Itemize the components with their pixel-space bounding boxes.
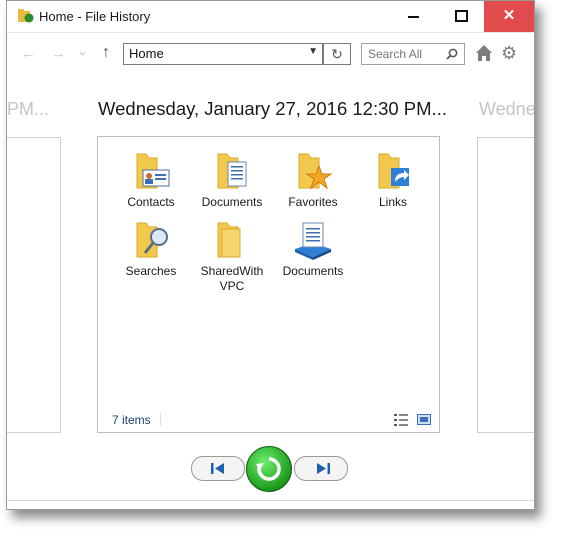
close-icon: ✕ [502, 7, 516, 24]
bottom-divider [7, 500, 534, 501]
address-bar[interactable]: Home ▼ [123, 43, 323, 65]
item-label: Contacts [127, 195, 175, 209]
next-version-date[interactable]: Wedne [479, 99, 534, 120]
chevron-down-icon[interactable]: ▼ [308, 46, 318, 57]
list-item[interactable]: Searches [112, 219, 190, 279]
status-divider [160, 413, 161, 426]
contacts-folder-icon [136, 153, 170, 189]
address-text: Home [129, 46, 164, 61]
large-icons-view-icon[interactable] [417, 414, 431, 425]
list-item[interactable]: Favorites [274, 150, 352, 210]
item-count: 7 items [112, 413, 151, 427]
item-label: Links [378, 195, 407, 209]
item-label: Documents [201, 195, 263, 209]
search-icon [446, 48, 458, 60]
item-label: Searches [125, 264, 177, 278]
previous-version-date[interactable]: PM... [7, 99, 49, 120]
list-item[interactable]: Documents [193, 150, 271, 210]
home-icon[interactable] [475, 44, 493, 62]
list-item[interactable]: Contacts [112, 150, 190, 210]
item-label: SharedWith VPC [200, 264, 264, 293]
forward-icon[interactable]: → [51, 45, 66, 62]
recent-locations-icon[interactable]: ⌄ [77, 43, 88, 59]
item-label: Favorites [288, 195, 338, 209]
refresh-button[interactable]: ↻ [323, 43, 351, 65]
search-placeholder: Search All [368, 47, 423, 61]
file-history-app-icon [18, 9, 34, 23]
title-bar: Home - File History ✕ [7, 1, 534, 32]
gear-icon[interactable]: ⚙ [501, 43, 517, 64]
file-view-panel: Contacts Documents Favorites Links Searc… [97, 136, 440, 433]
list-item[interactable]: Documents [274, 219, 352, 279]
minimize-button[interactable] [391, 1, 436, 32]
up-icon[interactable]: ↑ [102, 44, 110, 62]
documents-library-icon [295, 222, 331, 260]
links-folder-icon [378, 153, 409, 189]
close-button[interactable]: ✕ [484, 1, 534, 32]
details-view-icon[interactable] [394, 414, 408, 426]
skip-next-icon [317, 463, 330, 474]
favorites-folder-icon [298, 153, 333, 190]
next-version-panel[interactable] [477, 137, 534, 433]
file-history-window: Home - File History ✕ ← → ⌄ ↑ Home ▼ ↻ S… [6, 0, 535, 510]
previous-version-panel[interactable] [7, 137, 61, 433]
refresh-icon: ↻ [331, 46, 343, 62]
item-label: Documents [282, 264, 344, 278]
restore-button[interactable] [246, 446, 292, 492]
list-item[interactable]: Links [354, 150, 432, 210]
list-item[interactable]: SharedWith VPC [193, 219, 271, 294]
title-separator [7, 32, 534, 33]
search-input[interactable]: Search All [361, 43, 465, 65]
back-icon[interactable]: ← [21, 45, 36, 62]
window-title: Home - File History [39, 9, 151, 24]
next-version-button[interactable] [294, 456, 348, 481]
restore-icon [256, 457, 281, 481]
current-version-date: Wednesday, January 27, 2016 12:30 PM... [98, 98, 447, 119]
skip-previous-icon [211, 463, 224, 474]
previous-version-button[interactable] [191, 456, 245, 481]
searches-folder-icon [136, 222, 168, 258]
folder-icon [217, 222, 241, 258]
documents-folder-icon [217, 153, 247, 189]
maximize-button[interactable] [438, 1, 483, 32]
